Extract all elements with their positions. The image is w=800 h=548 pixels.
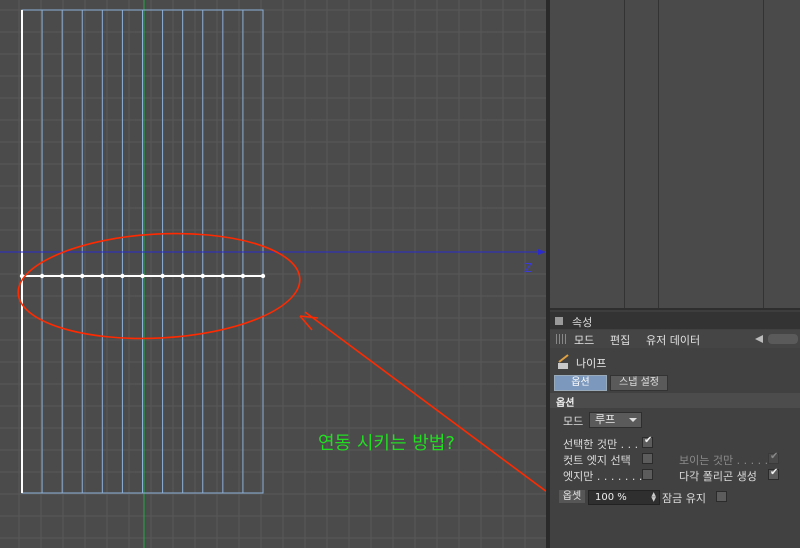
knife-icon [558,354,569,369]
z-axis-arrowhead [538,249,546,255]
annotation-question: 연동 시키는 방법? [318,433,455,454]
z-axis-label: Z [524,261,532,275]
mode-dropdown[interactable]: 루프 [589,412,642,428]
loop-vertex [100,273,105,279]
cut-edge-select-checkbox[interactable] [642,453,653,464]
loop-vertex [80,273,85,279]
mode-label: 모드 [563,415,584,428]
menu-user-data[interactable]: 유저 데이터 [646,332,700,348]
edge-only-label: 엣지만 . . . . . . . . [563,470,650,483]
options-section-header: 옵션 [550,393,800,409]
menu-edit[interactable]: 편집 [610,332,630,348]
panel-column-divider [763,0,764,310]
checkmark-icon: ✔ [770,451,779,462]
menu-mode[interactable]: 모드 [574,332,594,348]
lock-label: 잠금 유지 [662,492,706,505]
loop-vertex [260,273,266,279]
grip-icon [556,334,566,344]
3d-viewport[interactable]: Z 연동 시키는 방법? [0,0,546,548]
chevron-down-icon [629,418,637,422]
tab-snap-settings[interactable]: 스냅 설정 [610,375,668,391]
tab-options[interactable]: 옵션 [554,375,607,391]
panel-column-divider [624,0,625,310]
loop-vertex [59,273,65,279]
section-title: 옵션 [556,398,575,409]
loop-vertex [240,273,246,279]
checkmark-icon: ✔ [644,435,653,446]
attribute-title: 속성 [572,316,593,329]
navigation-icon[interactable] [768,334,798,344]
offset-input[interactable]: 100 % ▲ ▼ [588,490,660,505]
loop-vertex [39,273,45,279]
only-selected-checkbox[interactable]: ✔ [642,435,653,448]
back-arrow-icon[interactable] [755,335,763,343]
loop-vertex [180,273,185,279]
multi-polygon-checkbox[interactable]: ✔ [768,467,779,480]
cut-edge-select-label: 컷트 엣지 선택 [563,454,631,467]
multi-polygon-label: 다각 폴리곤 생성 [679,470,757,483]
loop-vertex [140,273,145,279]
loop-vertex [120,273,125,279]
object-manager-panel [550,0,800,310]
checkmark-icon: ✔ [770,467,779,478]
offset-value: 100 % [595,492,627,503]
visible-only-checkbox[interactable]: ✔ [768,451,779,464]
only-selected-label: 선택한 것만 . . . [563,438,639,451]
viewport-canvas[interactable]: Z [0,0,546,548]
lock-checkbox[interactable] [716,491,727,502]
attribute-menubar: 모드 편집 유저 데이터 [550,330,800,348]
loop-vertex [220,273,226,279]
annotation-ellipse [17,232,301,340]
panel-menu-icon[interactable] [555,317,563,325]
panel-border [550,308,800,310]
panel-column-divider [658,0,659,310]
loop-vertex [160,273,165,279]
tool-name: 나이프 [576,357,607,370]
visible-only-label: 보이는 것만 . . . . . [679,454,769,467]
offset-label: 옵셋 [559,490,585,503]
loop-vertex [200,273,205,279]
attribute-titlebar: 속성 [550,312,800,329]
edge-only-checkbox[interactable] [642,469,653,480]
attribute-manager: 속성 모드 편집 유저 데이터 나이프 옵션 스냅 설정 옵션 모드 루프 선택… [550,312,800,548]
spinner-icon[interactable]: ▲ ▼ [651,492,656,503]
mode-value: 루프 [595,413,616,426]
tool-header: 나이프 [550,352,800,372]
